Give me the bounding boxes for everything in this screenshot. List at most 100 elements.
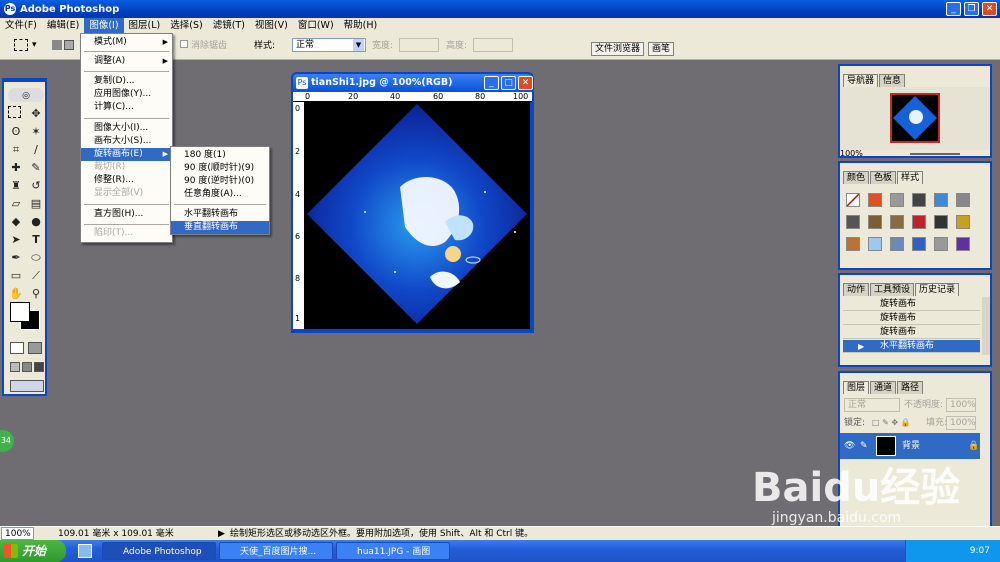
tab-paths[interactable]: 路径 xyxy=(897,381,924,394)
menu-item-trap[interactable]: 陷印(T)... xyxy=(81,227,172,240)
history-scrollbar[interactable] xyxy=(982,297,990,355)
blur-tool-icon[interactable]: ◆ xyxy=(8,214,24,230)
lock-icons[interactable]: □ ✎ ✥ 🔒 xyxy=(872,416,911,430)
slice-tool-icon[interactable]: ∕ xyxy=(28,142,44,158)
chevron-down-icon[interactable]: ▾ xyxy=(32,38,37,52)
fullscreen-icon[interactable] xyxy=(34,362,44,372)
menu-item-apply-image[interactable]: 应用图像(Y)... xyxy=(81,88,172,101)
marquee-tool-icon[interactable] xyxy=(8,106,21,118)
notification-badge[interactable]: 34 xyxy=(0,430,14,452)
tab-navigator[interactable]: 导航器 xyxy=(843,74,879,87)
lasso-tool-icon[interactable]: ʘ xyxy=(8,124,24,140)
menu-item-rotate-180[interactable]: 180 度(1) xyxy=(171,149,269,162)
image-canvas[interactable] xyxy=(305,102,530,329)
taskbar-item-paint[interactable]: hua11.JPG - 画图 xyxy=(336,542,450,560)
style-swatch[interactable] xyxy=(846,215,860,229)
menu-filter[interactable]: 滤镜(T) xyxy=(208,18,250,34)
standard-mode-icon[interactable] xyxy=(10,342,24,354)
history-item[interactable]: 旋转画布 xyxy=(843,312,980,325)
opacity-field[interactable]: 100% xyxy=(946,398,976,412)
menu-item-flip-horizontal[interactable]: 水平翻转画布 xyxy=(171,208,269,221)
doc-minimize-icon[interactable]: _ xyxy=(484,76,499,90)
style-swatch[interactable] xyxy=(934,237,948,251)
menu-item-rotate-arbitrary[interactable]: 任意角度(A)... xyxy=(171,188,269,201)
history-item[interactable]: 旋转画布 xyxy=(843,298,980,311)
menu-file[interactable]: 文件(F) xyxy=(0,18,42,34)
style-swatch[interactable] xyxy=(890,215,904,229)
tab-color[interactable]: 颜色 xyxy=(843,171,870,184)
style-swatch[interactable] xyxy=(956,237,970,251)
status-arrow-icon[interactable]: ▶ xyxy=(218,527,225,541)
quicklaunch-icon[interactable] xyxy=(78,544,92,558)
style-swatch[interactable] xyxy=(934,193,948,207)
tab-history[interactable]: 历史记录 xyxy=(915,283,960,296)
style-swatch-none[interactable] xyxy=(846,193,860,207)
blend-mode-select[interactable]: 正常 xyxy=(844,398,900,412)
menu-item-rotate-90-cw[interactable]: 90 度(顺时针)(9) xyxy=(171,162,269,175)
zoom-field[interactable]: 100% xyxy=(1,527,34,540)
brush-tool-icon[interactable]: ✎ xyxy=(28,160,44,176)
zoom-slider[interactable] xyxy=(910,153,960,155)
history-brush-icon[interactable]: ↺ xyxy=(28,178,44,194)
menu-item-adjust[interactable]: 调整(A) ▶ xyxy=(81,55,172,68)
zoom-tool-icon[interactable]: ⚲ xyxy=(28,286,44,302)
screen-mode-icon[interactable] xyxy=(10,362,20,372)
menu-item-mode[interactable]: 模式(M) ▶ xyxy=(81,36,172,49)
shape-tool-icon[interactable]: ⬭ xyxy=(28,250,44,266)
tab-layers[interactable]: 图层 xyxy=(843,381,870,394)
marquee-preset-icon[interactable] xyxy=(14,39,28,51)
move-tool-icon[interactable]: ✥ xyxy=(28,106,44,122)
taskbar-item-photoshop[interactable]: Adobe Photoshop xyxy=(102,542,216,560)
tab-actions[interactable]: 动作 xyxy=(843,283,870,296)
menu-view[interactable]: 视图(V) xyxy=(250,18,293,34)
jump-to-imageready-icon[interactable] xyxy=(10,380,44,392)
menu-layer[interactable]: 图层(L) xyxy=(124,18,166,34)
style-swatch[interactable] xyxy=(956,193,970,207)
dodge-tool-icon[interactable]: ● xyxy=(28,214,44,230)
menu-item-rotate-90-ccw[interactable]: 90 度(逆时针)(0) xyxy=(171,175,269,188)
clock[interactable]: 9:07 xyxy=(970,546,990,556)
menu-item-trim[interactable]: 修整(R)... xyxy=(81,174,172,187)
tab-channels[interactable]: 通道 xyxy=(870,381,897,394)
history-item[interactable]: 旋转画布 xyxy=(843,326,980,339)
restore-icon[interactable]: ❐ xyxy=(964,2,979,16)
quickmask-mode-icon[interactable] xyxy=(28,342,42,354)
eyedropper-icon[interactable]: ⟋ xyxy=(28,268,44,284)
height-field[interactable] xyxy=(473,38,513,52)
tab-swatches[interactable]: 色板 xyxy=(870,171,897,184)
style-swatch[interactable] xyxy=(868,215,882,229)
antialias-checkbox[interactable] xyxy=(180,40,188,48)
clone-stamp-icon[interactable]: ♜ xyxy=(8,178,24,194)
menu-help[interactable]: 帮助(H) xyxy=(339,18,383,34)
menu-item-crop[interactable]: 裁切(R) xyxy=(81,161,172,174)
menu-item-rotate-canvas[interactable]: 旋转画布(E) ▶ xyxy=(81,148,172,161)
healing-brush-icon[interactable]: ✚ xyxy=(8,160,24,176)
magic-wand-icon[interactable]: ✶ xyxy=(28,124,44,140)
type-tool-icon[interactable]: T xyxy=(28,232,44,248)
hand-tool-icon[interactable]: ✋ xyxy=(8,286,24,302)
menu-item-calculations[interactable]: 计算(C)... xyxy=(81,101,172,114)
style-swatch[interactable] xyxy=(868,237,882,251)
style-swatch[interactable] xyxy=(912,193,926,207)
style-select[interactable]: 正常 ▼ xyxy=(292,38,366,52)
doc-maximize-icon[interactable]: □ xyxy=(501,76,516,90)
add-selection-icon[interactable] xyxy=(64,40,74,50)
style-swatch[interactable] xyxy=(890,193,904,207)
adobe-online-icon[interactable]: ◎ xyxy=(8,88,44,102)
foreground-color-swatch[interactable] xyxy=(10,302,30,322)
width-field[interactable] xyxy=(399,38,439,52)
menu-item-duplicate[interactable]: 复制(D)... xyxy=(81,75,172,88)
style-swatch[interactable] xyxy=(868,193,882,207)
pen-tool-icon[interactable]: ✒ xyxy=(8,250,24,266)
minimize-icon[interactable]: _ xyxy=(946,2,961,16)
style-swatch[interactable] xyxy=(934,215,948,229)
style-swatch[interactable] xyxy=(912,215,926,229)
menu-item-image-size[interactable]: 图像大小(I)... xyxy=(81,122,172,135)
close-icon[interactable]: ✕ xyxy=(982,2,997,16)
menu-select[interactable]: 选择(S) xyxy=(165,18,207,34)
tab-brushes[interactable]: 画笔 xyxy=(648,42,675,56)
path-select-icon[interactable]: ➤ xyxy=(8,232,24,248)
menu-item-histogram[interactable]: 直方图(H)... xyxy=(81,208,172,221)
taskbar-item-browser[interactable]: 天使_百度图片搜... xyxy=(219,542,333,560)
tab-tool-presets[interactable]: 工具预设 xyxy=(870,283,915,296)
